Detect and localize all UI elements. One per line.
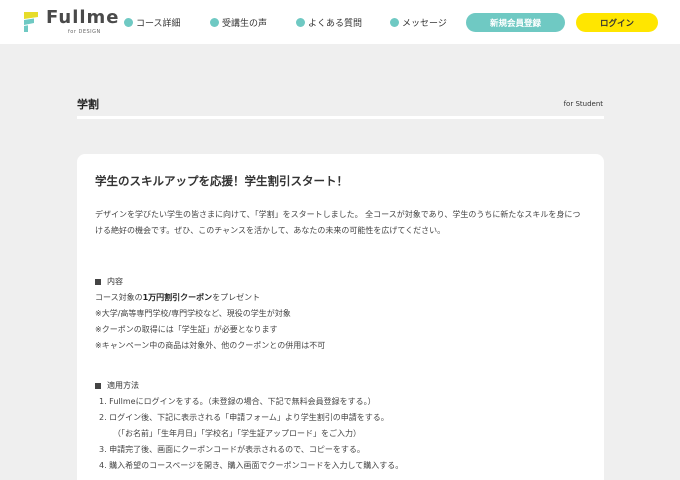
section-title-text: 内容 xyxy=(107,277,123,286)
square-bullet-icon xyxy=(95,278,101,285)
register-button[interactable]: 新規会員登録 xyxy=(466,13,565,32)
page-subtitle: for Student xyxy=(563,100,603,108)
note-line: ※キャンペーン中の商品は対象外、他のクーポンとの併用は不可 xyxy=(95,341,326,350)
offer-pre: コース対象の xyxy=(95,293,143,302)
offer-bold: 1万円割引クーポン xyxy=(142,293,213,302)
step-item: 4. 購入希望のコースページを開き、購入画面でクーポンコードを入力して購入する。 xyxy=(99,461,404,470)
logo-subtext: for DESIGN xyxy=(68,29,101,35)
nav-dot-icon xyxy=(210,17,219,27)
step-item: 2. ログイン後、下記に表示される「申請フォーム」より学生割引の申請をする。 xyxy=(99,413,389,422)
contents-section-title: 内容 xyxy=(95,276,123,287)
nav-dot-icon xyxy=(296,17,305,27)
nav-label: メッセージ xyxy=(402,18,447,29)
site-header: Fullme for DESIGN コース詳細 受講生の声 よくある質問 メッセ… xyxy=(0,0,680,44)
card-heading: 学生のスキルアップを応援！学生割引スタート！ xyxy=(95,174,348,188)
section-title-text: 適用方法 xyxy=(107,381,139,390)
logo-mark-icon xyxy=(24,12,38,32)
intro-text: デザインを学びたい学生の皆さまに向けて、「学割」をスタートしました。 全コースが… xyxy=(95,210,581,235)
offer-post: をプレゼント xyxy=(212,293,261,302)
logo-text: Fullme xyxy=(46,7,120,28)
nav-item-faq[interactable]: よくある質問 xyxy=(296,15,362,29)
nav-dot-icon xyxy=(124,17,133,27)
title-divider xyxy=(77,116,604,119)
note-line: ※クーポンの取得には「学生証」が必要となります xyxy=(95,325,278,334)
content-card: 学生のスキルアップを応援！学生割引スタート！ デザインを学びたい学生の皆さまに向… xyxy=(77,154,604,480)
nav-dot-icon xyxy=(390,17,399,27)
step-item-note: （「お名前」「生年月日」「学校名」「学生証アップロード」をご入力） xyxy=(113,429,361,438)
offer-line: コース対象の1万円割引クーポンをプレゼント xyxy=(95,292,260,303)
login-button[interactable]: ログイン xyxy=(576,13,658,32)
method-section-title: 適用方法 xyxy=(95,380,139,391)
logo[interactable]: Fullme for DESIGN xyxy=(22,7,122,37)
nav-item-message[interactable]: メッセージ xyxy=(390,15,447,29)
note-line: ※大学/高等専門学校/専門学校など、現役の学生が対象 xyxy=(95,309,291,318)
nav-label: よくある質問 xyxy=(308,18,363,29)
nav-label: コース詳細 xyxy=(136,18,181,29)
step-item: 1. Fullmeにログインをする。（未登録の場合、下記で無料会員登録をする。） xyxy=(99,397,376,406)
nav-item-course-details[interactable]: コース詳細 xyxy=(124,15,181,29)
step-item: 3. 申請完了後、画面にクーポンコードが表示されるので、コピーをする。 xyxy=(99,445,365,454)
square-bullet-icon xyxy=(95,382,101,389)
nav-label: 受講生の声 xyxy=(222,18,268,29)
nav-item-student-voices[interactable]: 受講生の声 xyxy=(210,15,267,29)
page-title: 学割 xyxy=(77,98,99,111)
